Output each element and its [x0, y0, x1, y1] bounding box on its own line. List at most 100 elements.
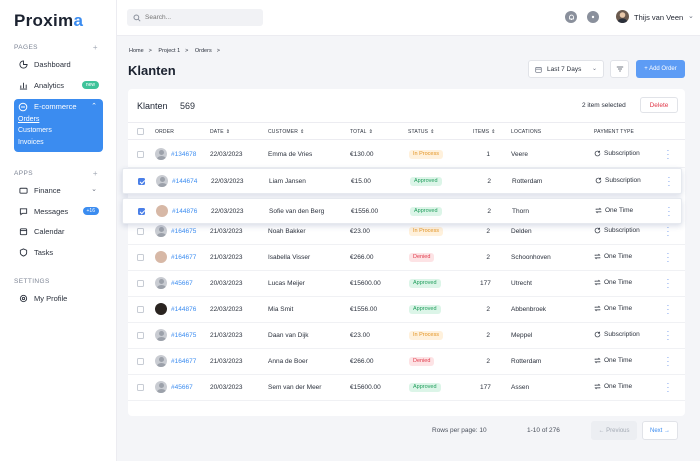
- table-row[interactable]: #144674 22/03/2023 Liam Jansen €15.00 Approv…: [122, 168, 682, 194]
- order-id[interactable]: #164675: [171, 228, 196, 235]
- add-page-icon[interactable]: +: [93, 43, 98, 52]
- row-checkbox[interactable]: [137, 332, 144, 339]
- rows-per-page[interactable]: Rows per page: 10: [432, 427, 487, 434]
- order-id[interactable]: #164675: [171, 332, 196, 339]
- sidebar-subitem-customers[interactable]: Customers: [18, 127, 52, 134]
- breadcrumb-orders[interactable]: Orders: [195, 48, 212, 54]
- order-id[interactable]: #45667: [171, 384, 193, 391]
- more-options-icon[interactable]: · · ·: [666, 147, 670, 163]
- status-badge: In Process: [409, 331, 443, 340]
- more-options-icon[interactable]: · · ·: [666, 250, 670, 266]
- sidebar-item-tasks[interactable]: Tasks: [14, 244, 103, 260]
- sidebar-subitem-invoices[interactable]: Invoices: [18, 139, 44, 146]
- user-avatar[interactable]: [616, 10, 629, 23]
- more-options-icon[interactable]: · · ·: [666, 354, 670, 370]
- sidebar-item-calendar[interactable]: Calendar: [14, 223, 103, 239]
- order-id[interactable]: #164677: [171, 254, 196, 261]
- table-title: Klanten: [137, 101, 168, 111]
- table-row[interactable]: #144876 22/03/2023 Sofie van den Berg €1556…: [122, 198, 682, 224]
- add-order-button[interactable]: + Add Order: [636, 60, 685, 78]
- table-row[interactable]: #45667 20/03/2023 Sem van der Meer €15600.0…: [128, 375, 685, 401]
- sidebar-item-analytics[interactable]: Analytics new: [14, 77, 103, 93]
- more-options-icon[interactable]: · · ·: [666, 328, 670, 344]
- table-row[interactable]: #134678 22/03/2023 Emma de Vries €130.00 In …: [128, 142, 685, 168]
- info-icon[interactable]: [587, 11, 599, 23]
- header-customer[interactable]: CUSTOMER ⇕: [268, 129, 305, 135]
- section-apps: APPS +: [14, 169, 98, 178]
- row-checkbox[interactable]: [137, 280, 144, 287]
- order-id[interactable]: #144876: [172, 208, 197, 215]
- filter-icon: [616, 66, 623, 72]
- filter-button[interactable]: [610, 60, 629, 78]
- chevron-right-icon: >: [185, 48, 189, 54]
- table-count: 569: [180, 101, 196, 111]
- next-button[interactable]: Next →: [642, 421, 678, 440]
- more-options-icon[interactable]: · · ·: [667, 174, 671, 190]
- order-id[interactable]: #144674: [172, 178, 197, 185]
- table-row[interactable]: #45667 20/03/2023 Lucas Meijer €15600.00 App…: [128, 271, 685, 297]
- row-checkbox[interactable]: [138, 178, 145, 185]
- search-box[interactable]: [127, 9, 263, 26]
- add-app-icon[interactable]: +: [93, 169, 98, 178]
- sidebar-subitem-orders[interactable]: Orders: [18, 116, 39, 123]
- row-checkbox[interactable]: [137, 358, 144, 365]
- customer-avatar: [156, 175, 168, 187]
- header-payment[interactable]: PAYMENT TYPE: [594, 129, 634, 135]
- page-title: Klanten: [128, 63, 176, 78]
- item-count: 2: [486, 228, 490, 235]
- more-options-icon[interactable]: · · ·: [666, 302, 670, 318]
- user-name[interactable]: Thijs van Veen: [634, 13, 683, 22]
- sidebar-item-finance[interactable]: Finance ⌄: [14, 182, 103, 198]
- more-options-icon[interactable]: · · ·: [666, 224, 670, 240]
- order-date: 21/03/2023: [210, 228, 243, 235]
- select-all-checkbox[interactable]: [137, 128, 144, 135]
- order-id[interactable]: #144876: [171, 306, 196, 313]
- more-options-icon[interactable]: · · ·: [666, 276, 670, 292]
- row-checkbox[interactable]: [138, 208, 145, 215]
- sidebar-item-messages[interactable]: Messages +16: [14, 203, 103, 219]
- status-badge: Approved: [410, 177, 442, 186]
- sidebar-item-profile[interactable]: My Profile: [14, 290, 103, 306]
- sidebar-item-dashboard[interactable]: Dashboard: [14, 56, 103, 72]
- previous-button[interactable]: ← Previous: [591, 421, 637, 440]
- table-row[interactable]: #164677 21/03/2023 Isabella Visser €266.00 D…: [128, 245, 685, 271]
- header-locations[interactable]: LOCATIONS: [511, 129, 541, 135]
- refresh-icon: [594, 150, 601, 157]
- search-input[interactable]: [145, 14, 255, 21]
- header-status[interactable]: STATUS ⇕: [408, 129, 435, 135]
- date-range-select[interactable]: Last 7 Days ⌄: [528, 60, 604, 78]
- breadcrumb-home[interactable]: Home: [129, 48, 144, 54]
- status-badge: Denied: [409, 253, 435, 262]
- header-order[interactable]: ORDER: [155, 129, 174, 135]
- breadcrumb-project[interactable]: Project 1: [158, 48, 180, 54]
- order-date: 22/03/2023: [210, 306, 243, 313]
- more-options-icon[interactable]: · · ·: [666, 380, 670, 396]
- finance-icon: [18, 185, 28, 195]
- header-date[interactable]: DATE ⇕: [210, 129, 230, 135]
- status-badge: In Process: [409, 227, 443, 236]
- more-options-icon[interactable]: · · ·: [667, 204, 671, 220]
- order-total: €266.00: [350, 358, 374, 365]
- table-row[interactable]: #164675 21/03/2023 Daan van Dijk €23.00 In P…: [128, 323, 685, 349]
- row-checkbox[interactable]: [137, 228, 144, 235]
- table-row[interactable]: #144876 22/03/2023 Mia Smit €1556.00 Approve…: [128, 297, 685, 323]
- row-checkbox[interactable]: [137, 151, 144, 158]
- header-total[interactable]: TOTAL ⇕: [350, 129, 373, 135]
- table-row[interactable]: #164677 21/03/2023 Anna de Boer €266.00 Deni…: [128, 349, 685, 375]
- order-id[interactable]: #134678: [171, 151, 196, 158]
- chevron-down-icon[interactable]: ⌄: [688, 12, 694, 20]
- header-items[interactable]: ITEMS ⇕: [473, 129, 496, 135]
- cart-icon: [18, 102, 28, 112]
- order-id[interactable]: #45667: [171, 280, 193, 287]
- bell-icon[interactable]: [565, 11, 577, 23]
- row-checkbox[interactable]: [137, 306, 144, 313]
- calendar-icon: [18, 226, 28, 236]
- order-id[interactable]: #164677: [171, 358, 196, 365]
- delete-button[interactable]: Delete: [640, 97, 678, 113]
- message-icon: [18, 206, 28, 216]
- row-checkbox[interactable]: [137, 384, 144, 391]
- row-checkbox[interactable]: [137, 254, 144, 261]
- logo: Proxima: [14, 11, 84, 30]
- order-total: €23.00: [350, 332, 370, 339]
- chevron-right-icon: >: [216, 48, 220, 54]
